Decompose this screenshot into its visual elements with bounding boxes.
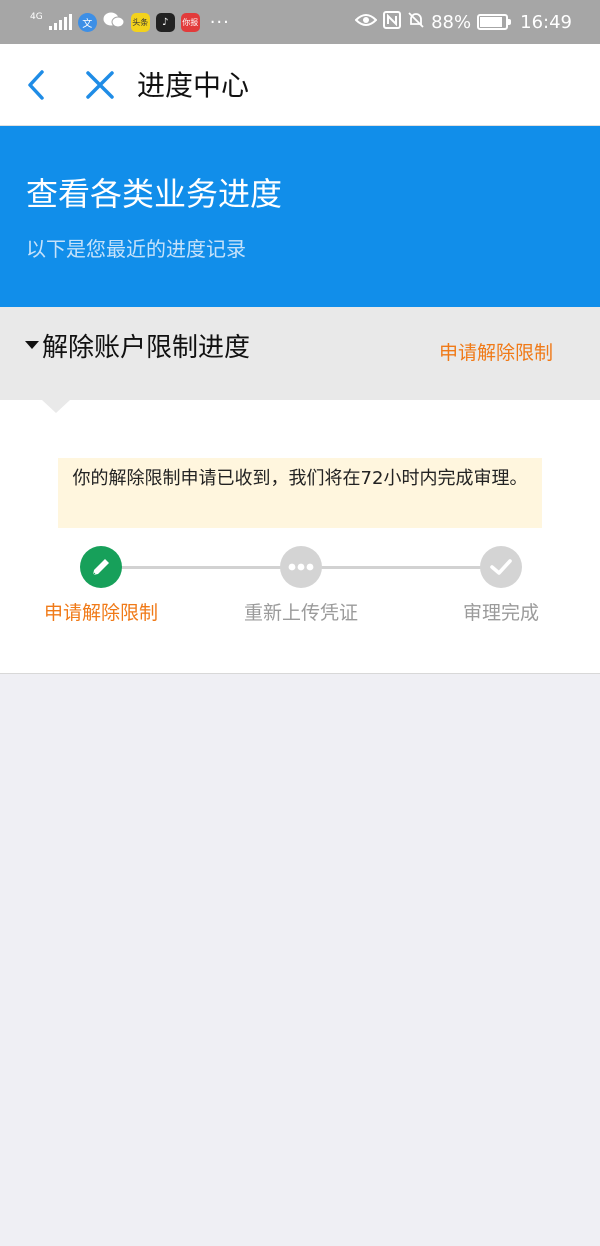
- more-notifications-icon: ···: [209, 11, 230, 33]
- signal-icon: [48, 14, 72, 30]
- progress-banner: 查看各类业务进度 以下是您最近的进度记录: [0, 126, 600, 307]
- status-bar-left: 4G 文 头条 ♪ 你报 ···: [30, 11, 230, 34]
- clock: 16:49: [520, 11, 572, 33]
- section-header[interactable]: 解除账户限制进度 申请解除限制: [0, 307, 600, 400]
- progress-track-1: [121, 566, 281, 569]
- banner-subtitle: 以下是您最近的进度记录: [26, 237, 246, 261]
- check-icon: [490, 559, 512, 575]
- eye-comfort-icon: [354, 12, 378, 33]
- status-bar-right: 88% 16:49: [354, 10, 572, 34]
- wechat-icon: [103, 11, 125, 34]
- close-icon: [86, 71, 114, 99]
- battery-icon: [477, 14, 512, 30]
- step-apply: [80, 546, 122, 588]
- step-label-apply: 申请解除限制: [43, 602, 158, 624]
- nav-bar: 进度中心: [0, 44, 600, 126]
- progress-card: 你的解除限制申请已收到，我们将在72小时内完成审理。 申请解除限制 重新上传凭证…: [0, 400, 600, 674]
- step-label-complete: 审理完成: [462, 602, 539, 624]
- back-button[interactable]: [22, 68, 52, 102]
- battery-percent: 88%: [431, 11, 472, 33]
- status-bar: 4G 文 头条 ♪ 你报 ··· 88% 16:49: [0, 0, 600, 44]
- notice-message: 你的解除限制申请已收到，我们将在72小时内完成审理。: [58, 458, 542, 528]
- card-pointer: [42, 400, 70, 413]
- close-button[interactable]: [84, 68, 116, 102]
- network-type: 4G: [30, 11, 43, 22]
- report-app-icon: 你报: [180, 12, 200, 32]
- caret-down-icon: [25, 341, 39, 349]
- nfc-icon: [383, 10, 402, 34]
- banner-title: 查看各类业务进度: [26, 175, 283, 213]
- page-title: 进度中心: [137, 69, 250, 102]
- translate-app-icon: 文: [77, 12, 97, 32]
- pencil-icon: [92, 559, 109, 576]
- step-reupload: [280, 546, 322, 588]
- tiktok-icon: ♪: [155, 12, 175, 32]
- back-arrow-icon: [28, 70, 44, 100]
- more-dots-icon: [288, 563, 314, 571]
- step-complete: [480, 546, 522, 588]
- progress-track-2: [321, 566, 481, 569]
- news-app-icon: 头条: [130, 12, 150, 32]
- apply-unlock-link[interactable]: 申请解除限制: [439, 339, 553, 367]
- step-label-reupload: 重新上传凭证: [243, 602, 358, 624]
- mute-bell-icon: [407, 11, 425, 34]
- section-title: 解除账户限制进度: [42, 333, 251, 363]
